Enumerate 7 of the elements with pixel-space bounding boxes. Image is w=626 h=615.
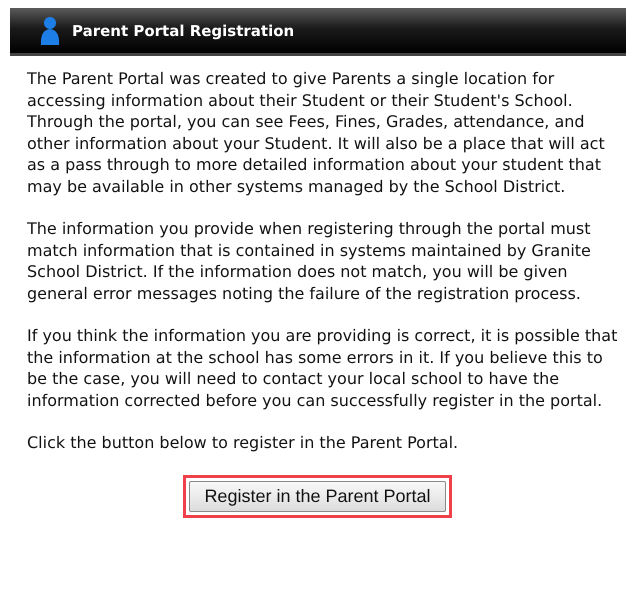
body-paragraph: The Parent Portal was created to give Parents a single location for accessing information about their Student or their Student's School. Through the portal, you can see Fees, Fines, Grades, attendance, and other information about your Student. It will also be a place that will act as a pass through to more detailed information about your student that may be available in other systems managed by the School District. xyxy=(27,68,606,197)
body-paragraph: If you think the information you are providing is correct, it is possible that the information at the school has some errors in it. If you believe this to be the case, you will need to contact your local school to have the information corrected before you can successfully register in the portal. xyxy=(27,325,618,411)
body-paragraph: The information you provide when registering through the portal must match information that is contained in systems maintained by Granite School District. If the information does not match, you will be given general error messages noting the failure of the registration process. xyxy=(27,218,592,304)
panel-title: Parent Portal Registration xyxy=(72,22,294,40)
register-button[interactable]: Register in the Parent Portal xyxy=(189,480,446,512)
body-paragraph: Click the button below to register in the Parent Portal. xyxy=(27,432,460,454)
user-icon xyxy=(40,16,60,46)
